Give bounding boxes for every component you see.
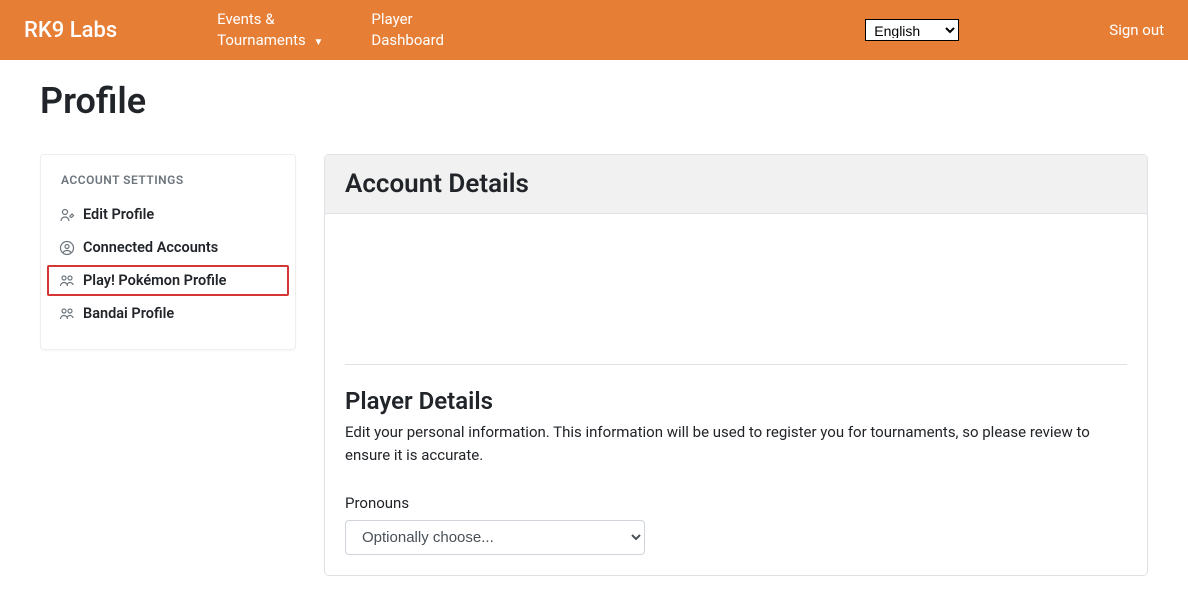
users-icon [59, 306, 75, 322]
user-circle-icon [59, 240, 75, 256]
pronouns-select[interactable]: Optionally choose... [345, 520, 645, 555]
sidebar-item-bandai-profile[interactable]: Bandai Profile [41, 298, 295, 329]
divider [345, 364, 1127, 365]
nav-links: Events & Tournaments ▼ Player Dashboard [217, 9, 865, 51]
sidebar-heading: ACCOUNT SETTINGS [41, 173, 295, 197]
spacer [345, 234, 1127, 364]
pronouns-label: Pronouns [345, 494, 1127, 512]
sidebar-item-label: Bandai Profile [83, 305, 174, 322]
card-header: Account Details [325, 155, 1147, 214]
sidebar-item-connected-accounts[interactable]: Connected Accounts [41, 232, 295, 263]
player-details-description: Edit your personal information. This inf… [345, 421, 1127, 466]
nav-player-dashboard[interactable]: Player Dashboard [371, 9, 444, 51]
page-title: Profile [40, 80, 1148, 122]
sidebar-item-edit-profile[interactable]: Edit Profile [41, 199, 295, 230]
sidebar: ACCOUNT SETTINGS Edit Profile Connected … [40, 154, 296, 350]
language-select[interactable]: English [865, 19, 959, 41]
sidebar-item-label: Edit Profile [83, 206, 154, 223]
user-edit-icon [59, 207, 75, 223]
navbar: RK9 Labs Events & Tournaments ▼ Player D… [0, 0, 1188, 60]
users-icon [59, 273, 75, 289]
player-details-title: Player Details [345, 387, 1127, 415]
nav-right: English Sign out [865, 19, 1164, 41]
chevron-down-icon: ▼ [314, 37, 324, 48]
sidebar-item-label: Play! Pokémon Profile [83, 272, 226, 289]
signout-link[interactable]: Sign out [1109, 21, 1164, 39]
sidebar-item-label: Connected Accounts [83, 239, 218, 256]
main-content: Account Details Player Details Edit your… [324, 154, 1148, 576]
nav-events-tournaments[interactable]: Events & Tournaments ▼ [217, 9, 323, 51]
account-details-card: Account Details Player Details Edit your… [324, 154, 1148, 576]
sidebar-item-play-pokemon[interactable]: Play! Pokémon Profile [47, 265, 289, 296]
brand[interactable]: RK9 Labs [24, 18, 117, 43]
